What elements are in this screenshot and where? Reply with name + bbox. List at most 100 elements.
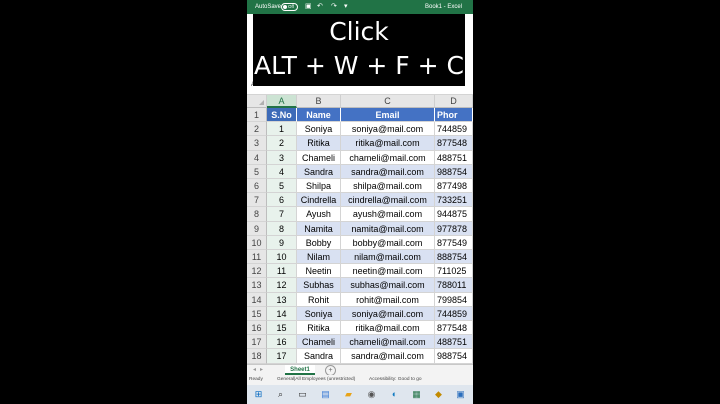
cell-email[interactable]: sandra@mail.com <box>341 349 435 364</box>
select-all-corner[interactable] <box>247 95 267 108</box>
cell-email[interactable]: soniya@mail.com <box>341 306 435 321</box>
cell-email[interactable]: rohit@mail.com <box>341 292 435 307</box>
cell-name[interactable]: Chameli <box>297 150 341 165</box>
cell-sno[interactable]: 13 <box>267 292 297 307</box>
cell-email[interactable]: chameli@mail.com <box>341 335 435 350</box>
column-header-a[interactable]: A <box>267 95 297 108</box>
row-header[interactable]: 5 <box>247 164 267 179</box>
cell-phone[interactable]: 988754 <box>435 349 473 364</box>
cell-name[interactable]: Chameli <box>297 335 341 350</box>
cell-email[interactable]: namita@mail.com <box>341 221 435 236</box>
row-header[interactable]: 11 <box>247 250 267 265</box>
cell-sno[interactable]: 15 <box>267 321 297 336</box>
cell-phone[interactable]: 977878 <box>435 221 473 236</box>
accessibility-status[interactable]: Accessibility: Good to go <box>369 375 422 385</box>
row-header[interactable]: 18 <box>247 349 267 364</box>
cell-email[interactable]: soniya@mail.com <box>341 122 435 137</box>
app-icon[interactable]: ◆ <box>433 389 444 400</box>
widgets-icon[interactable]: ▤ <box>320 389 331 400</box>
cell-sno[interactable]: 6 <box>267 193 297 208</box>
cell-email[interactable]: chameli@mail.com <box>341 150 435 165</box>
file-explorer-icon[interactable]: ▰ <box>343 389 354 400</box>
row-header[interactable]: 6 <box>247 179 267 194</box>
cell-sno[interactable]: 7 <box>267 207 297 222</box>
cell-sno[interactable]: 16 <box>267 335 297 350</box>
save-icon[interactable]: ▣ <box>305 0 312 14</box>
cell-sno[interactable]: 3 <box>267 150 297 165</box>
cell-phone[interactable]: 877548 <box>435 136 473 151</box>
redo-icon[interactable]: ↷ <box>331 0 337 14</box>
cell-phone[interactable]: 711025 <box>435 264 473 279</box>
cell-phone[interactable]: 788011 <box>435 278 473 293</box>
cell-phone[interactable]: 799854 <box>435 292 473 307</box>
cell-phone[interactable]: 744859 <box>435 122 473 137</box>
cell-phone[interactable]: 744859 <box>435 306 473 321</box>
row-header[interactable]: 12 <box>247 264 267 279</box>
cell-sno[interactable]: 8 <box>267 221 297 236</box>
row-header[interactable]: 9 <box>247 221 267 236</box>
undo-icon[interactable]: ↶ <box>317 0 323 14</box>
cell-sno[interactable]: 4 <box>267 164 297 179</box>
search-icon[interactable]: ⌕ <box>275 389 286 400</box>
customize-icon[interactable]: ▾ <box>344 0 348 14</box>
app-icon-2[interactable]: ▣ <box>455 389 466 400</box>
cell-name[interactable]: Cindrella <box>297 193 341 208</box>
cell-email[interactable]: bobby@mail.com <box>341 235 435 250</box>
cell-name[interactable]: Bobby <box>297 235 341 250</box>
autosave-toggle[interactable]: Off <box>281 3 298 11</box>
row-header[interactable]: 15 <box>247 306 267 321</box>
cell-phone[interactable]: 877549 <box>435 235 473 250</box>
cell-phone[interactable]: 944875 <box>435 207 473 222</box>
header-cell-name[interactable]: Name <box>297 108 341 123</box>
cell-sno[interactable]: 17 <box>267 349 297 364</box>
cell-sno[interactable]: 1 <box>267 122 297 137</box>
row-header[interactable]: 13 <box>247 278 267 293</box>
cell-name[interactable]: Ayush <box>297 207 341 222</box>
cell-email[interactable]: subhas@mail.com <box>341 278 435 293</box>
cell-phone[interactable]: 988754 <box>435 164 473 179</box>
row-header[interactable]: 17 <box>247 335 267 350</box>
cell-sno[interactable]: 2 <box>267 136 297 151</box>
cell-phone[interactable]: 733251 <box>435 193 473 208</box>
cell-email[interactable]: ayush@mail.com <box>341 207 435 222</box>
cell-name[interactable]: Subhas <box>297 278 341 293</box>
cell-phone[interactable]: 488751 <box>435 335 473 350</box>
cell-name[interactable]: Rohit <box>297 292 341 307</box>
cell-email[interactable]: neetin@mail.com <box>341 264 435 279</box>
cell-sno[interactable]: 12 <box>267 278 297 293</box>
cell-sno[interactable]: 10 <box>267 250 297 265</box>
cell-sno[interactable]: 9 <box>267 235 297 250</box>
camera-icon[interactable]: ◉ <box>366 389 377 400</box>
excel-icon[interactable]: ▦ <box>411 389 422 400</box>
sheet-scroll-arrows-icon[interactable]: ◂▸ <box>253 366 267 373</box>
edge-icon[interactable]: ◐ <box>389 389 400 400</box>
cell-name[interactable]: Nilam <box>297 250 341 265</box>
cell-name[interactable]: Ritika <box>297 321 341 336</box>
row-header[interactable]: 2 <box>247 122 267 137</box>
cell-email[interactable]: shilpa@mail.com <box>341 179 435 194</box>
cell-email[interactable]: ritika@mail.com <box>341 321 435 336</box>
cell-name[interactable]: Shilpa <box>297 179 341 194</box>
column-header-d[interactable]: D <box>435 95 473 108</box>
cell-name[interactable]: Namita <box>297 221 341 236</box>
cell-phone[interactable]: 877548 <box>435 321 473 336</box>
row-header[interactable]: 1 <box>247 108 267 123</box>
row-header[interactable]: 8 <box>247 207 267 222</box>
cell-name[interactable]: Sandra <box>297 164 341 179</box>
column-header-b[interactable]: B <box>297 95 341 108</box>
cell-email[interactable]: nilam@mail.com <box>341 250 435 265</box>
column-header-c[interactable]: C <box>341 95 435 108</box>
windows-icon[interactable]: ⊞ <box>253 389 264 400</box>
row-header[interactable]: 4 <box>247 150 267 165</box>
task-view-icon[interactable]: ▭ <box>297 389 308 400</box>
row-header[interactable]: 7 <box>247 193 267 208</box>
cell-phone[interactable]: 877498 <box>435 179 473 194</box>
cell-name[interactable]: Sandra <box>297 349 341 364</box>
cell-name[interactable]: Soniya <box>297 306 341 321</box>
cell-sno[interactable]: 11 <box>267 264 297 279</box>
cell-phone[interactable]: 488751 <box>435 150 473 165</box>
cell-name[interactable]: Soniya <box>297 122 341 137</box>
cell-sno[interactable]: 5 <box>267 179 297 194</box>
cell-email[interactable]: ritika@mail.com <box>341 136 435 151</box>
cell-email[interactable]: sandra@mail.com <box>341 164 435 179</box>
